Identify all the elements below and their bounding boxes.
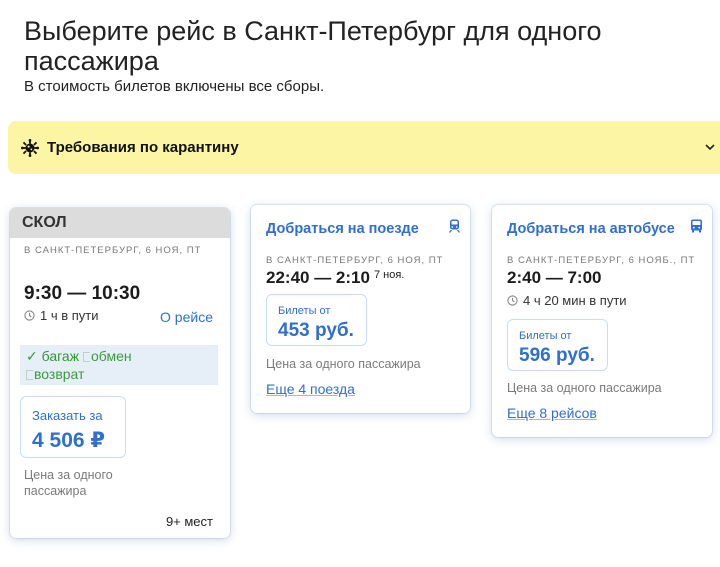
flight-duration-text: 1 ч в пути (40, 308, 99, 323)
flight-times: 9:30 — 10:30 (24, 283, 141, 304)
more-trains-link[interactable]: Еще 4 поезда (266, 381, 355, 397)
airline-name: СКОЛ (10, 208, 230, 238)
virus-icon (21, 138, 39, 157)
refund-box-icon (26, 370, 33, 380)
bus-price-button[interactable]: Билеты от 596 руб. (507, 319, 608, 371)
flight-meta: в Санкт-Петербург, 6 ноя, пт (24, 245, 202, 256)
chevron-down-icon[interactable] (704, 141, 716, 153)
bus-price-label: Билеты от (519, 330, 572, 342)
more-buses-link[interactable]: Еще 8 рейсов (507, 405, 597, 421)
refund-option: возврат (26, 366, 84, 382)
train-title-link[interactable]: Добраться на поезде (266, 221, 419, 237)
train-times: 22:40 — 2:10 7 ноя. (266, 268, 404, 288)
clock-icon (24, 310, 35, 321)
baggage-option: ✓ багаж (26, 348, 80, 364)
exchange-label: обмен (90, 348, 132, 364)
exchange-option: обмен (82, 348, 132, 364)
clock-icon (507, 295, 518, 306)
flight-duration: 1 ч в пути (24, 308, 99, 323)
quarantine-banner[interactable]: Требования по карантину (8, 121, 720, 174)
bus-card: Добраться на автобусе в Санкт-Петербург,… (492, 205, 712, 437)
bus-meta: в Санкт-Петербург, 6 нояб., пт (507, 255, 696, 266)
seats-available: 9+ мест (165, 514, 213, 529)
train-price: 453 руб. (278, 320, 354, 341)
flight-price-note: Цена за одного пассажира (24, 468, 113, 498)
bus-duration-text: 4 ч 20 мин в пути (523, 293, 627, 308)
bus-icon (691, 219, 702, 233)
flight-price: 4 506 ₽ (32, 429, 105, 452)
train-icon (448, 219, 461, 233)
train-times-text: 22:40 — 2:10 (266, 268, 370, 287)
page-subtitle: В стоимость билетов включены все сборы. (24, 78, 325, 95)
bus-title-link[interactable]: Добраться на автобусе (507, 221, 675, 237)
train-card: Добраться на поезде в Санкт-Петербург, 6… (251, 205, 470, 413)
flight-card: СКОЛ в Санкт-Петербург, 6 ноя, пт 9:30 —… (10, 208, 230, 538)
exchange-box-icon (82, 352, 90, 362)
train-next-day: 7 ноя. (373, 269, 405, 281)
bus-price: 596 руб. (519, 345, 595, 366)
flight-details-link[interactable]: О рейсе (160, 309, 213, 325)
train-price-button[interactable]: Билеты от 453 руб. (266, 294, 367, 346)
train-meta: в Санкт-Петербург, 6 ноя, пт (266, 255, 444, 266)
book-label: Заказать за (32, 408, 103, 423)
train-price-note: Цена за одного пассажира (266, 357, 421, 371)
bus-price-note: Цена за одного пассажира (507, 381, 662, 395)
bus-times: 2:40 — 7:00 (507, 268, 602, 287)
train-price-label: Билеты от (278, 305, 331, 317)
book-flight-button[interactable]: Заказать за 4 506 ₽ (20, 396, 126, 458)
bus-duration: 4 ч 20 мин в пути (507, 293, 627, 308)
refund-label: возврат (34, 366, 85, 382)
page-title: Выберите рейс в Санкт-Петербург для одно… (24, 16, 602, 76)
quarantine-label: Требования по карантину (47, 139, 239, 156)
fare-options: ✓ багаж обмен возврат (20, 345, 218, 385)
